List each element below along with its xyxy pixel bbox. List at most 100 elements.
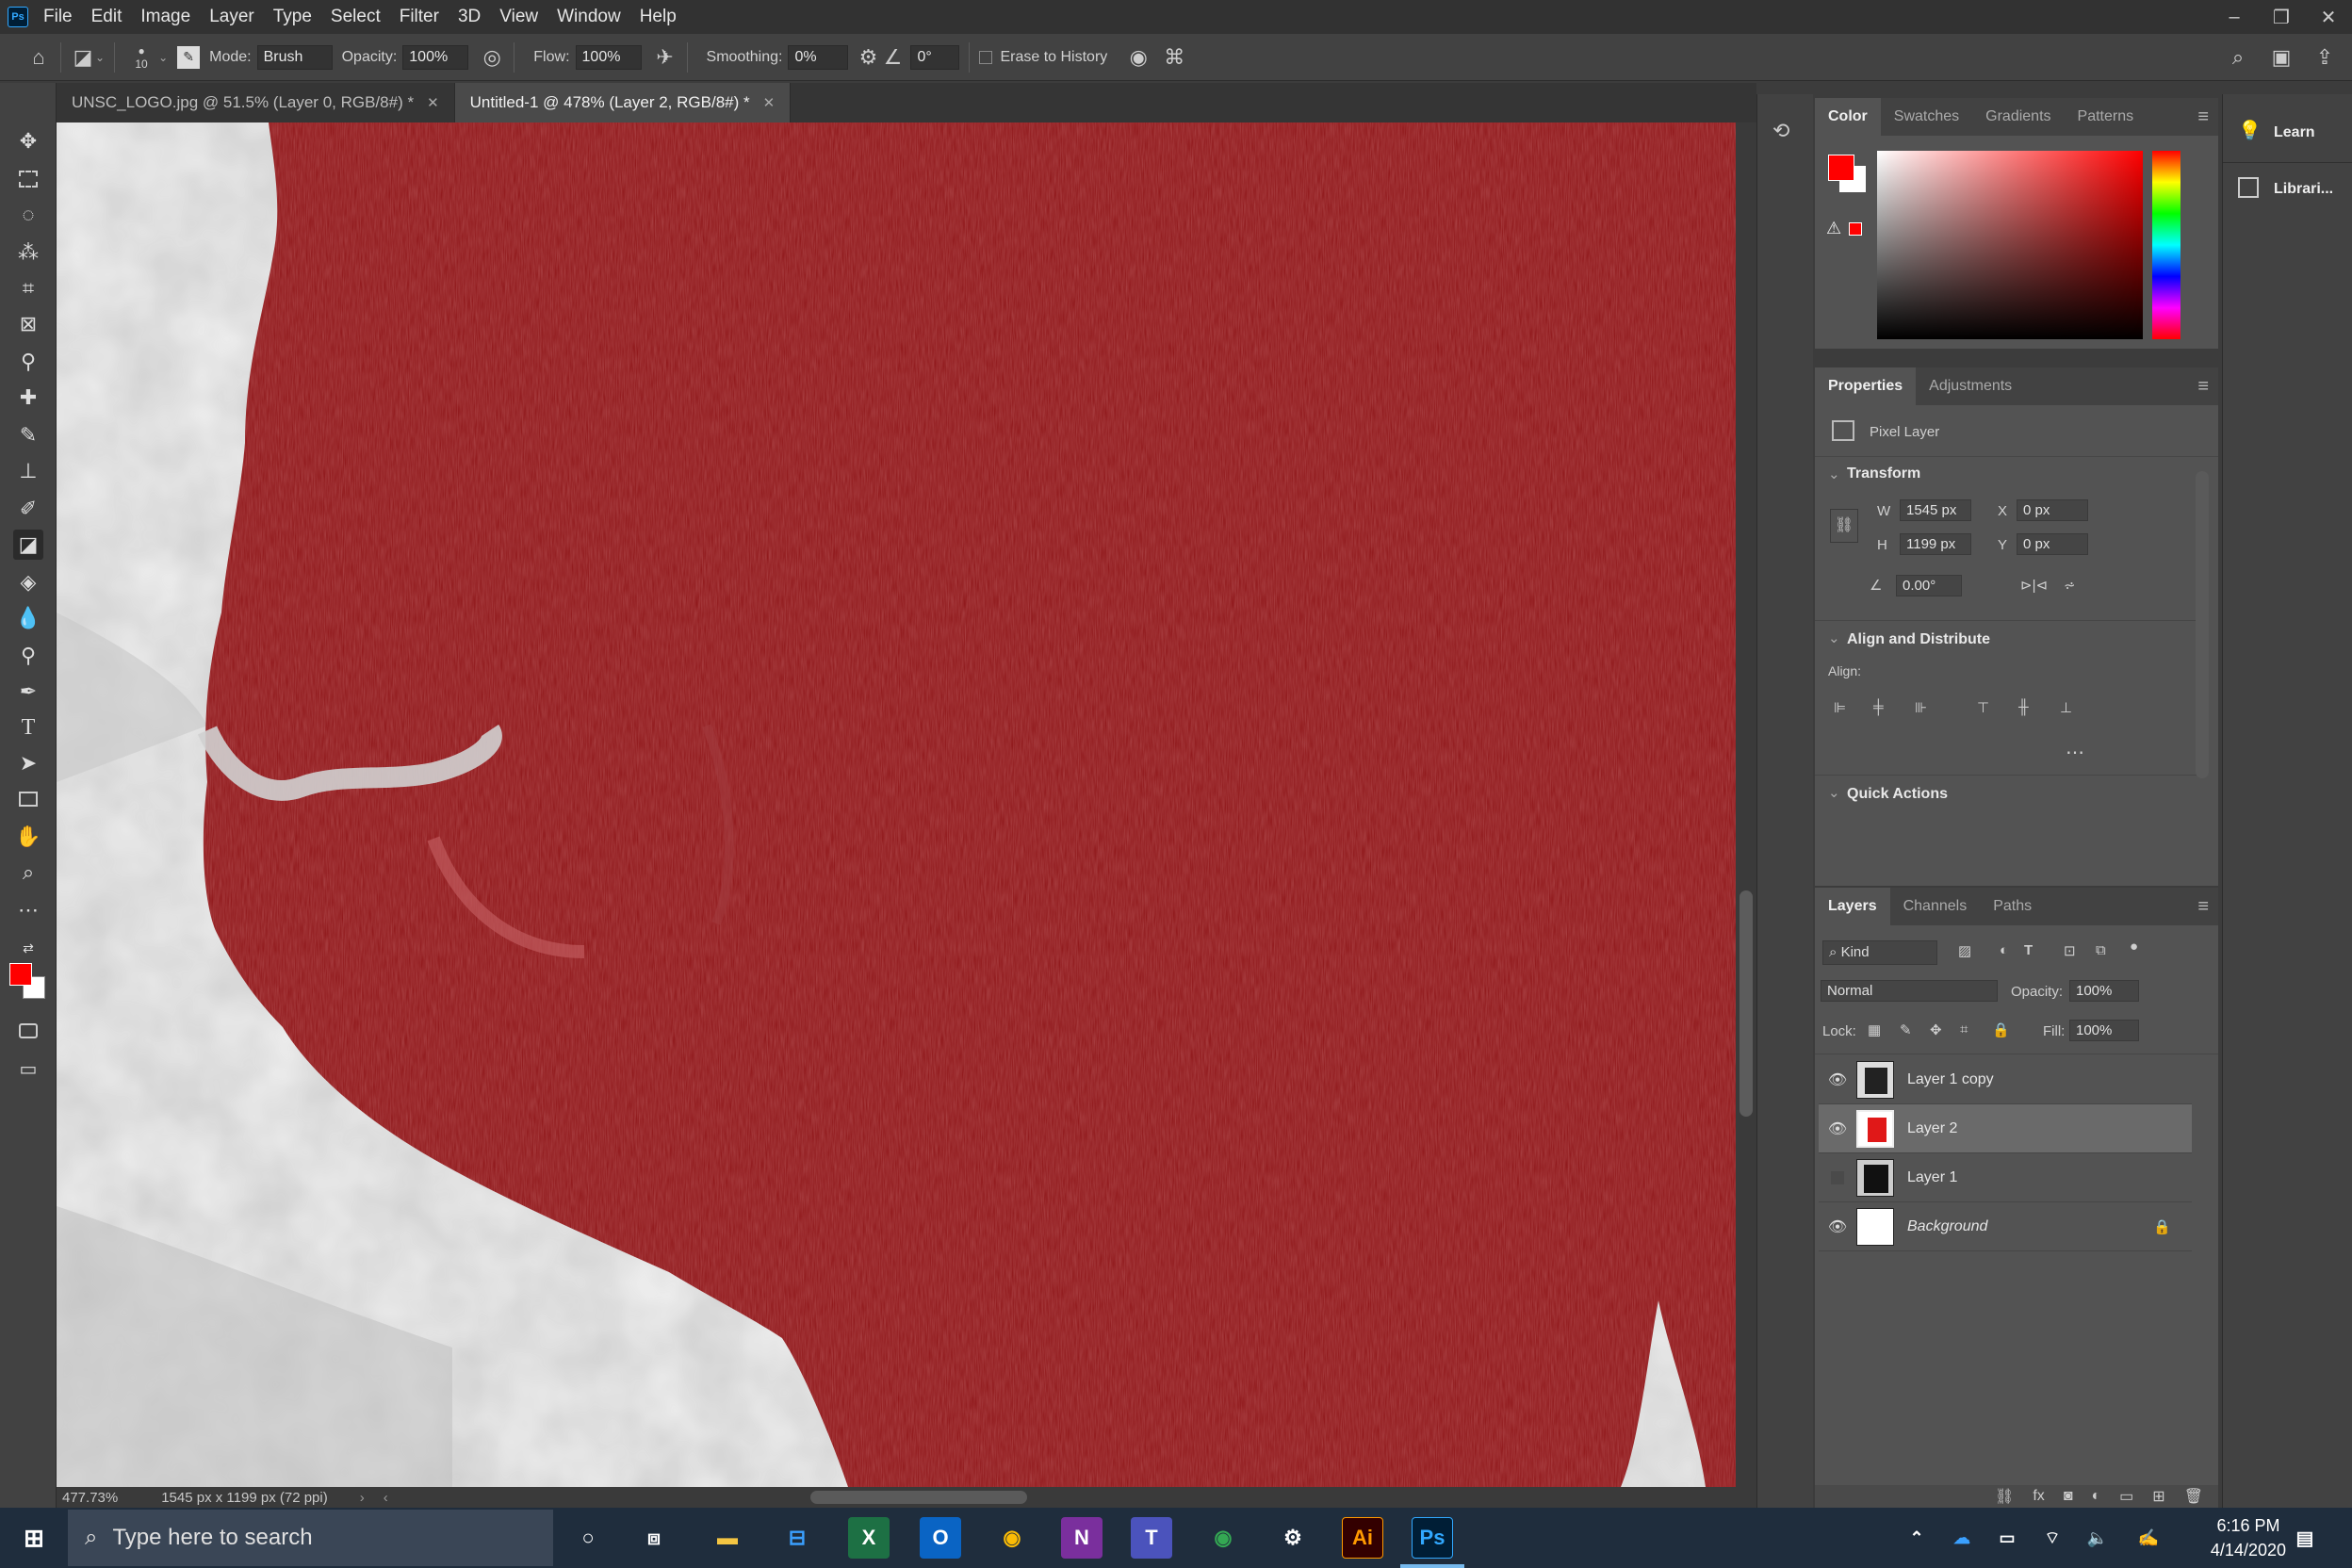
excel-icon[interactable]: X (848, 1517, 890, 1559)
lock-position-icon[interactable]: ✥ (1930, 1021, 1942, 1038)
tab-channels[interactable]: Channels (1890, 888, 1981, 925)
properties-scroll-thumb[interactable] (2196, 471, 2209, 778)
filter-shape-icon[interactable]: ⊡ (2064, 942, 2076, 959)
crop-tool-icon[interactable]: ⌗ (13, 273, 43, 303)
blend-mode-select[interactable]: Normal (1821, 980, 1998, 1002)
menu-image[interactable]: Image (140, 7, 190, 27)
horizontal-scroll-thumb[interactable] (810, 1491, 1027, 1504)
search-icon[interactable]: ⌕ (2226, 45, 2250, 70)
symmetry-icon[interactable]: ⌘ (1162, 45, 1186, 70)
home-icon[interactable]: ⌂ (26, 45, 51, 70)
clone-stamp-tool-icon[interactable]: ⊥ (13, 456, 43, 486)
brush-settings-icon[interactable]: ✎ (177, 45, 201, 69)
vertical-scroll-thumb[interactable] (1740, 890, 1753, 1117)
zoom-level[interactable]: 477.73% (62, 1490, 118, 1506)
delete-layer-icon[interactable]: 🗑 (2184, 1487, 2203, 1506)
layer-name[interactable]: Layer 1 (1907, 1169, 1957, 1186)
windows-start-icon[interactable]: ⊞ (13, 1517, 55, 1559)
blur-tool-icon[interactable]: 💧 (13, 603, 43, 633)
panel-menu-icon[interactable]: ≡ (2197, 106, 2209, 128)
lock-image-icon[interactable]: ✎ (1900, 1021, 1912, 1038)
layer-row-layer-1[interactable]: Layer 1 (1819, 1153, 2192, 1202)
filter-adjustment-icon[interactable]: ◐ (2000, 942, 2008, 958)
quick-mask-icon[interactable] (13, 1016, 43, 1046)
eraser-tool-preset-icon[interactable]: ◪ (71, 45, 95, 70)
frame-tool-icon[interactable]: ⊠ (13, 309, 43, 339)
microsoft-store-icon[interactable]: ⊟ (776, 1517, 818, 1559)
filter-type-icon[interactable]: T (2024, 942, 2033, 958)
volume-icon[interactable]: 🔈 (2077, 1517, 2118, 1559)
menu-view[interactable]: View (499, 7, 538, 27)
foreground-color-swatch[interactable] (1828, 155, 1854, 181)
screen-mode-icon[interactable]: ▭ (13, 1054, 43, 1084)
align-right-edges-icon[interactable]: ⊪ (1915, 699, 1927, 716)
lock-all-icon[interactable]: 🔒 (1992, 1021, 2010, 1038)
menu-3d[interactable]: 3D (458, 7, 481, 27)
illustrator-icon[interactable]: Ai (1342, 1517, 1383, 1559)
flow-input[interactable]: 100% (575, 44, 642, 70)
libraries-button[interactable]: Librari... (2274, 181, 2333, 198)
brush-size-picker[interactable]: ● 10 (124, 44, 158, 71)
layer-name[interactable]: Background (1907, 1218, 1987, 1235)
layer-row-background[interactable]: 👁 Background 🔒 (1819, 1202, 2192, 1251)
filter-toggle-icon[interactable]: ● (2130, 939, 2138, 955)
panel-menu-icon[interactable]: ≡ (2197, 376, 2209, 398)
paint-bucket-tool-icon[interactable]: ◈ (13, 567, 43, 597)
type-tool-icon[interactable]: T (13, 712, 43, 743)
eyedropper-tool-icon[interactable]: ⚲ (13, 347, 43, 377)
menu-layer[interactable]: Layer (209, 7, 254, 27)
onenote-icon[interactable]: N (1061, 1517, 1102, 1559)
tab-unsc-logo[interactable]: UNSC_LOGO.jpg @ 51.5% (Layer 0, RGB/8#) … (57, 83, 455, 122)
gamut-warning-icon[interactable]: ⚠ (1826, 219, 1841, 238)
align-top-edges-icon[interactable]: ⊤ (1977, 699, 1989, 716)
healing-brush-tool-icon[interactable]: ✚ (13, 383, 43, 413)
layer-opacity-input[interactable]: 100% (2069, 980, 2139, 1002)
menu-edit[interactable]: Edit (91, 7, 122, 27)
status-chevron-icon[interactable]: › (360, 1490, 365, 1506)
filter-kind-select[interactable]: ⌕ Kind (1822, 940, 1937, 965)
menu-select[interactable]: Select (331, 7, 381, 27)
brush-tool-icon[interactable]: ✎ (13, 420, 43, 450)
panel-menu-icon[interactable]: ≡ (2197, 896, 2209, 918)
lock-icon[interactable]: 🔒 (2153, 1218, 2171, 1235)
flip-horizontal-icon[interactable]: ⊳|⊲ (2020, 577, 2048, 594)
visibility-eye-icon[interactable]: 👁 (1819, 1217, 1856, 1236)
add-mask-icon[interactable]: ◙ (2064, 1488, 2073, 1505)
tab-properties[interactable]: Properties (1815, 368, 1917, 405)
y-field[interactable]: 0 px (2017, 533, 2088, 555)
rectangle-tool-icon[interactable] (13, 784, 43, 814)
pressure-opacity-icon[interactable]: ◎ (480, 45, 504, 70)
onedrive-icon[interactable]: ☁ (1941, 1517, 1983, 1559)
angle-input[interactable]: 0° (910, 44, 960, 70)
restore-icon[interactable]: ❐ (2258, 6, 2305, 29)
link-layers-icon[interactable]: ⛓ (1995, 1487, 2014, 1506)
angle-field[interactable]: 0.00° (1896, 575, 1962, 596)
lasso-tool-icon[interactable]: ◌ (13, 200, 43, 230)
teams-icon[interactable]: T (1131, 1517, 1172, 1559)
visibility-eye-icon[interactable]: 👁 (1819, 1070, 1856, 1089)
dropdown-chevron-icon[interactable]: ⌄ (95, 51, 105, 64)
chevron-down-icon[interactable]: ⌄ (1828, 629, 1840, 646)
chrome-icon[interactable]: ◉ (1202, 1517, 1244, 1559)
link-icon[interactable]: ⛓ (1830, 509, 1858, 543)
lock-artboard-icon[interactable]: ⌗ (1960, 1021, 1968, 1037)
history-panel-icon[interactable]: ⟲ (1772, 119, 1789, 143)
path-selection-tool-icon[interactable]: ➤ (13, 748, 43, 778)
fill-input[interactable]: 100% (2069, 1020, 2139, 1041)
layer-row-layer-2[interactable]: 👁 Layer 2 (1819, 1104, 2192, 1153)
close-icon[interactable]: ✕ (2305, 6, 2352, 29)
align-left-edges-icon[interactable]: ⊫ (1834, 699, 1846, 716)
chevron-down-icon[interactable]: ⌄ (1828, 466, 1840, 482)
learn-button[interactable]: Learn (2274, 124, 2315, 141)
chevron-down-icon[interactable]: ⌄ (1828, 784, 1840, 801)
lock-transparent-icon[interactable]: ▦ (1868, 1021, 1881, 1038)
settings-gear-icon[interactable]: ⚙ (1272, 1517, 1314, 1559)
smoothing-input[interactable]: 0% (788, 44, 849, 70)
align-distribute-heading[interactable]: Align and Distribute (1847, 631, 1990, 648)
tab-patterns[interactable]: Patterns (2065, 98, 2148, 136)
filter-smart-object-icon[interactable]: ⧉ (2096, 942, 2106, 958)
close-tab-icon[interactable]: ✕ (427, 94, 439, 111)
mode-select[interactable]: Brush (256, 44, 333, 70)
task-view-icon[interactable]: ⧈ (633, 1517, 675, 1559)
show-hidden-icons-icon[interactable]: ⌃ (1896, 1517, 1937, 1559)
